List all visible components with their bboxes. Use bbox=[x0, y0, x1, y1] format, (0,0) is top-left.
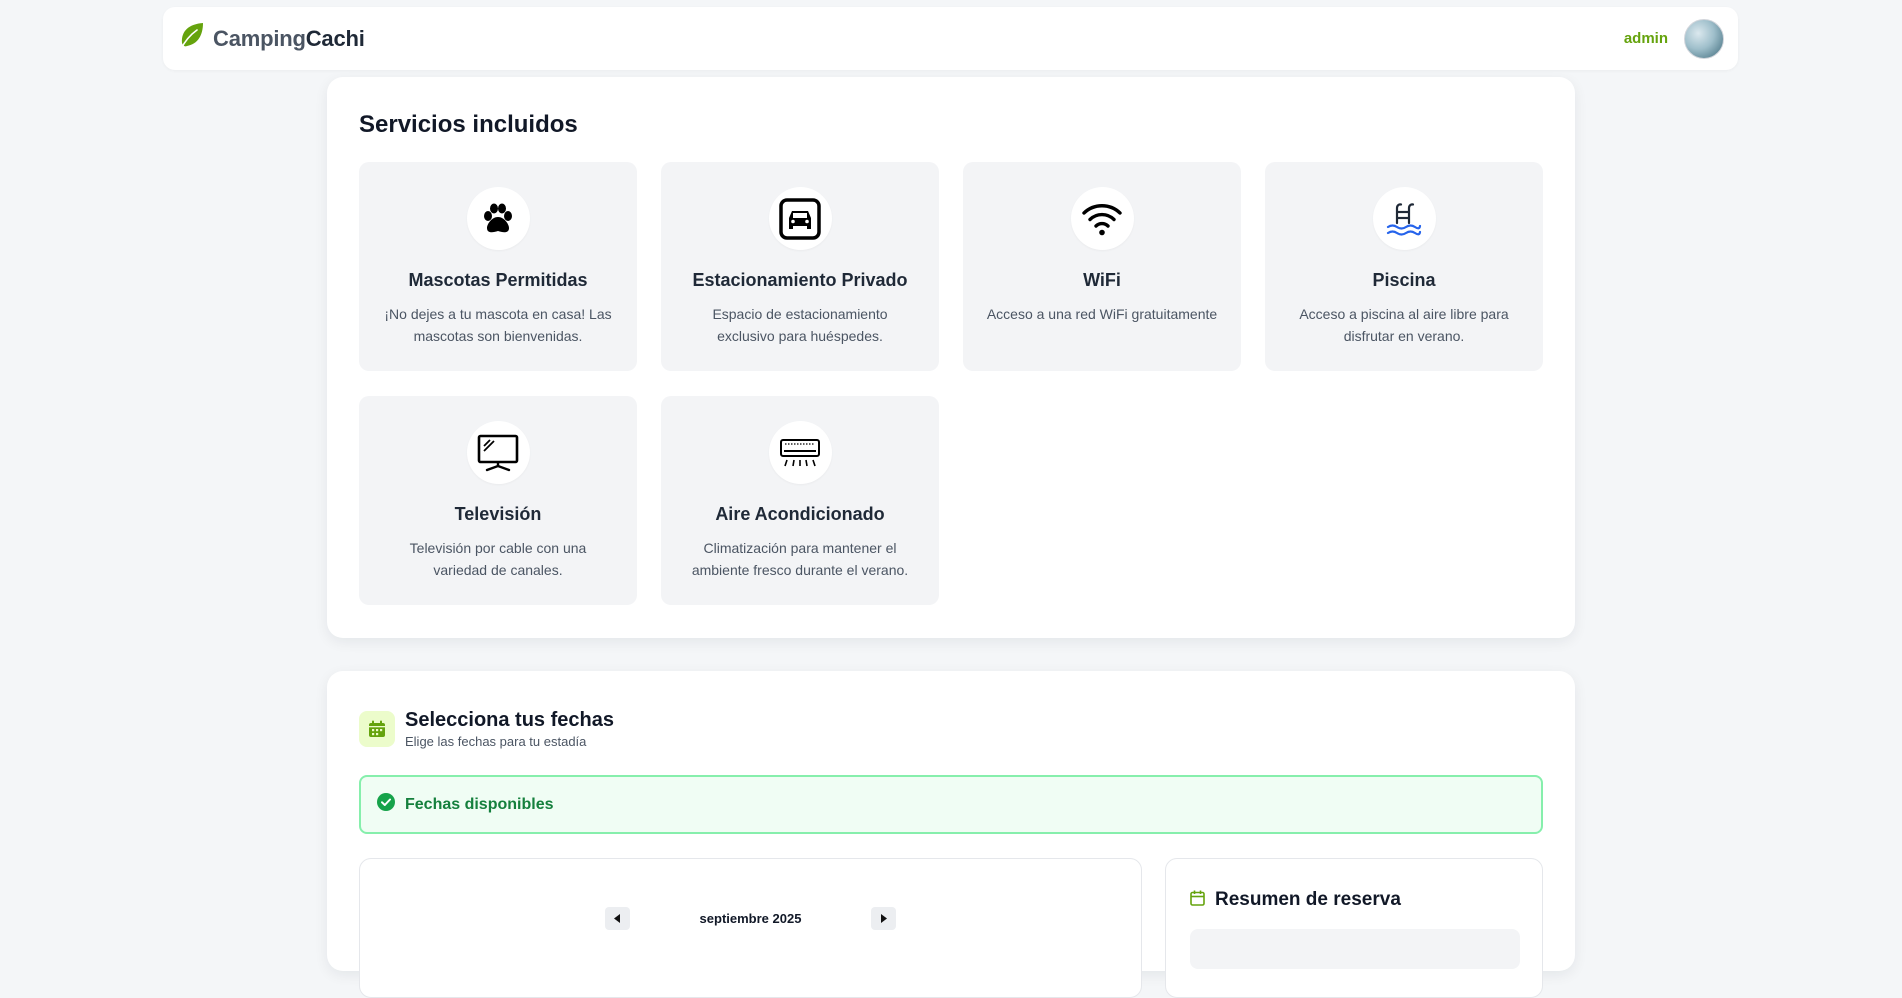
wifi-icon bbox=[1070, 187, 1134, 250]
chevron-left-icon bbox=[614, 914, 621, 923]
summary-content bbox=[1190, 929, 1520, 969]
service-card: Piscina Acceso a piscina al aire libre p… bbox=[1265, 162, 1543, 371]
car-icon bbox=[768, 187, 832, 250]
brand-name-part1: Camping bbox=[213, 25, 306, 51]
prev-month-button[interactable] bbox=[604, 907, 630, 930]
next-month-button[interactable] bbox=[871, 907, 897, 930]
calendar-panel: septiembre 2025 bbox=[359, 858, 1142, 998]
service-card: Aire Acondicionado Climatización para ma… bbox=[661, 396, 939, 605]
service-title: Piscina bbox=[1372, 270, 1436, 290]
brand-name-part2: Cachi bbox=[305, 25, 365, 51]
dates-header: Selecciona tus fechas Elige las fechas p… bbox=[359, 709, 614, 749]
username-label[interactable]: admin bbox=[1624, 30, 1668, 47]
services-title: Servicios incluidos bbox=[359, 111, 578, 138]
brand-name: CampingCachi bbox=[213, 26, 365, 52]
top-navbar: CampingCachi admin bbox=[163, 7, 1738, 70]
dates-subtitle: Elige las fechas para tu estadía bbox=[405, 734, 587, 749]
service-card: Estacionamiento Privado Espacio de estac… bbox=[661, 162, 939, 371]
services-card: Servicios incluidos Mascotas Permitidas … bbox=[327, 77, 1575, 638]
calendar-icon bbox=[359, 711, 395, 747]
dates-heading-text: Selecciona tus fechas Elige las fechas p… bbox=[405, 709, 614, 749]
service-title: Estacionamiento Privado bbox=[692, 270, 908, 290]
user-avatar[interactable] bbox=[1684, 18, 1724, 59]
calendar-icon bbox=[1190, 890, 1205, 911]
service-desc: Televisión por cable con una variedad de… bbox=[409, 540, 587, 578]
service-desc: ¡No dejes a tu mascota en casa! Las masc… bbox=[384, 306, 612, 344]
booking-summary-panel: Resumen de reserva bbox=[1165, 858, 1543, 998]
chevron-right-icon bbox=[880, 914, 887, 923]
summary-title: Resumen de reserva bbox=[1215, 889, 1401, 910]
dates-card: Selecciona tus fechas Elige las fechas p… bbox=[327, 671, 1575, 998]
pool-icon bbox=[1372, 187, 1436, 250]
service-desc: Climatización para mantener el ambiente … bbox=[691, 540, 909, 578]
service-card: WiFi Acceso a una red WiFi gratuitamente bbox=[963, 162, 1241, 371]
availability-alert: Fechas disponibles bbox=[359, 775, 1543, 834]
leaf-icon bbox=[179, 22, 205, 55]
service-title: Aire Acondicionado bbox=[715, 504, 885, 524]
service-title: Mascotas Permitidas bbox=[408, 270, 588, 290]
service-desc: Espacio de estacionamiento exclusivo par… bbox=[712, 306, 888, 344]
summary-header: Resumen de reserva bbox=[1190, 889, 1401, 911]
calendar-month-label: septiembre 2025 bbox=[699, 911, 802, 926]
service-title: WiFi bbox=[1083, 270, 1121, 290]
services-grid: Mascotas Permitidas ¡No dejes a tu masco… bbox=[359, 162, 1543, 605]
service-card: Televisión Televisión por cable con una … bbox=[359, 396, 637, 605]
dates-title: Selecciona tus fechas bbox=[405, 709, 614, 731]
service-desc: Acceso a piscina al aire libre para disf… bbox=[1299, 306, 1509, 344]
tv-icon bbox=[466, 421, 530, 484]
service-desc: Acceso a una red WiFi gratuitamente bbox=[986, 306, 1218, 322]
air-conditioner-icon bbox=[768, 421, 832, 484]
service-title: Televisión bbox=[454, 504, 542, 524]
paw-icon bbox=[466, 187, 530, 250]
user-area: admin bbox=[1624, 18, 1724, 59]
calendar-nav: septiembre 2025 bbox=[360, 907, 1141, 930]
brand-logo[interactable]: CampingCachi bbox=[179, 22, 365, 55]
check-circle-icon bbox=[377, 793, 395, 816]
service-card: Mascotas Permitidas ¡No dejes a tu masco… bbox=[359, 162, 637, 371]
availability-alert-text: Fechas disponibles bbox=[405, 795, 554, 813]
